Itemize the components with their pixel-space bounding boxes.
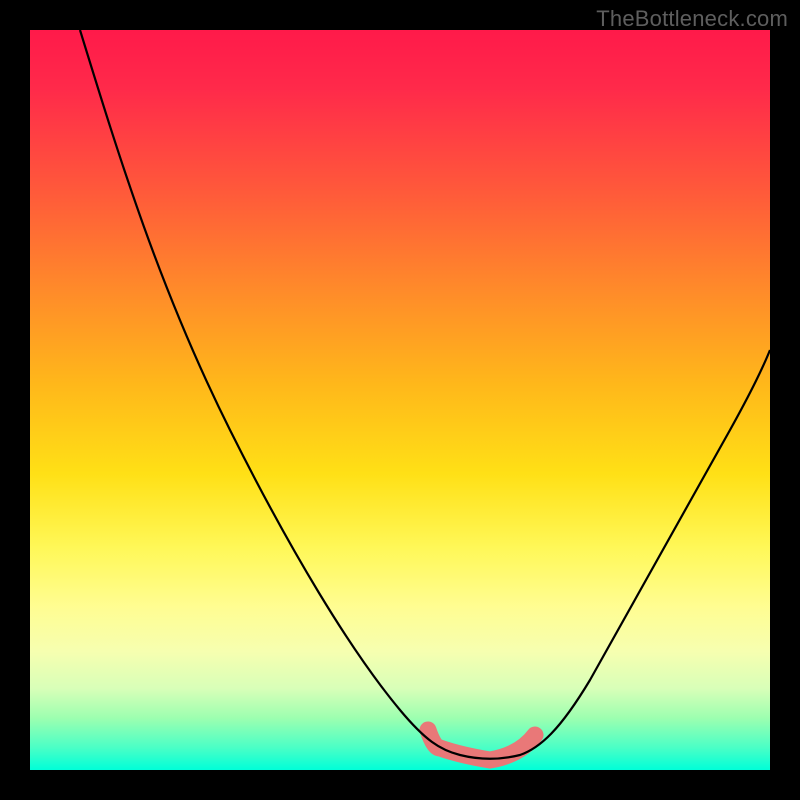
chart-svg [30, 30, 770, 770]
bottleneck-curve [80, 30, 770, 759]
plot-area [30, 30, 770, 770]
watermark-text: TheBottleneck.com [596, 6, 788, 32]
